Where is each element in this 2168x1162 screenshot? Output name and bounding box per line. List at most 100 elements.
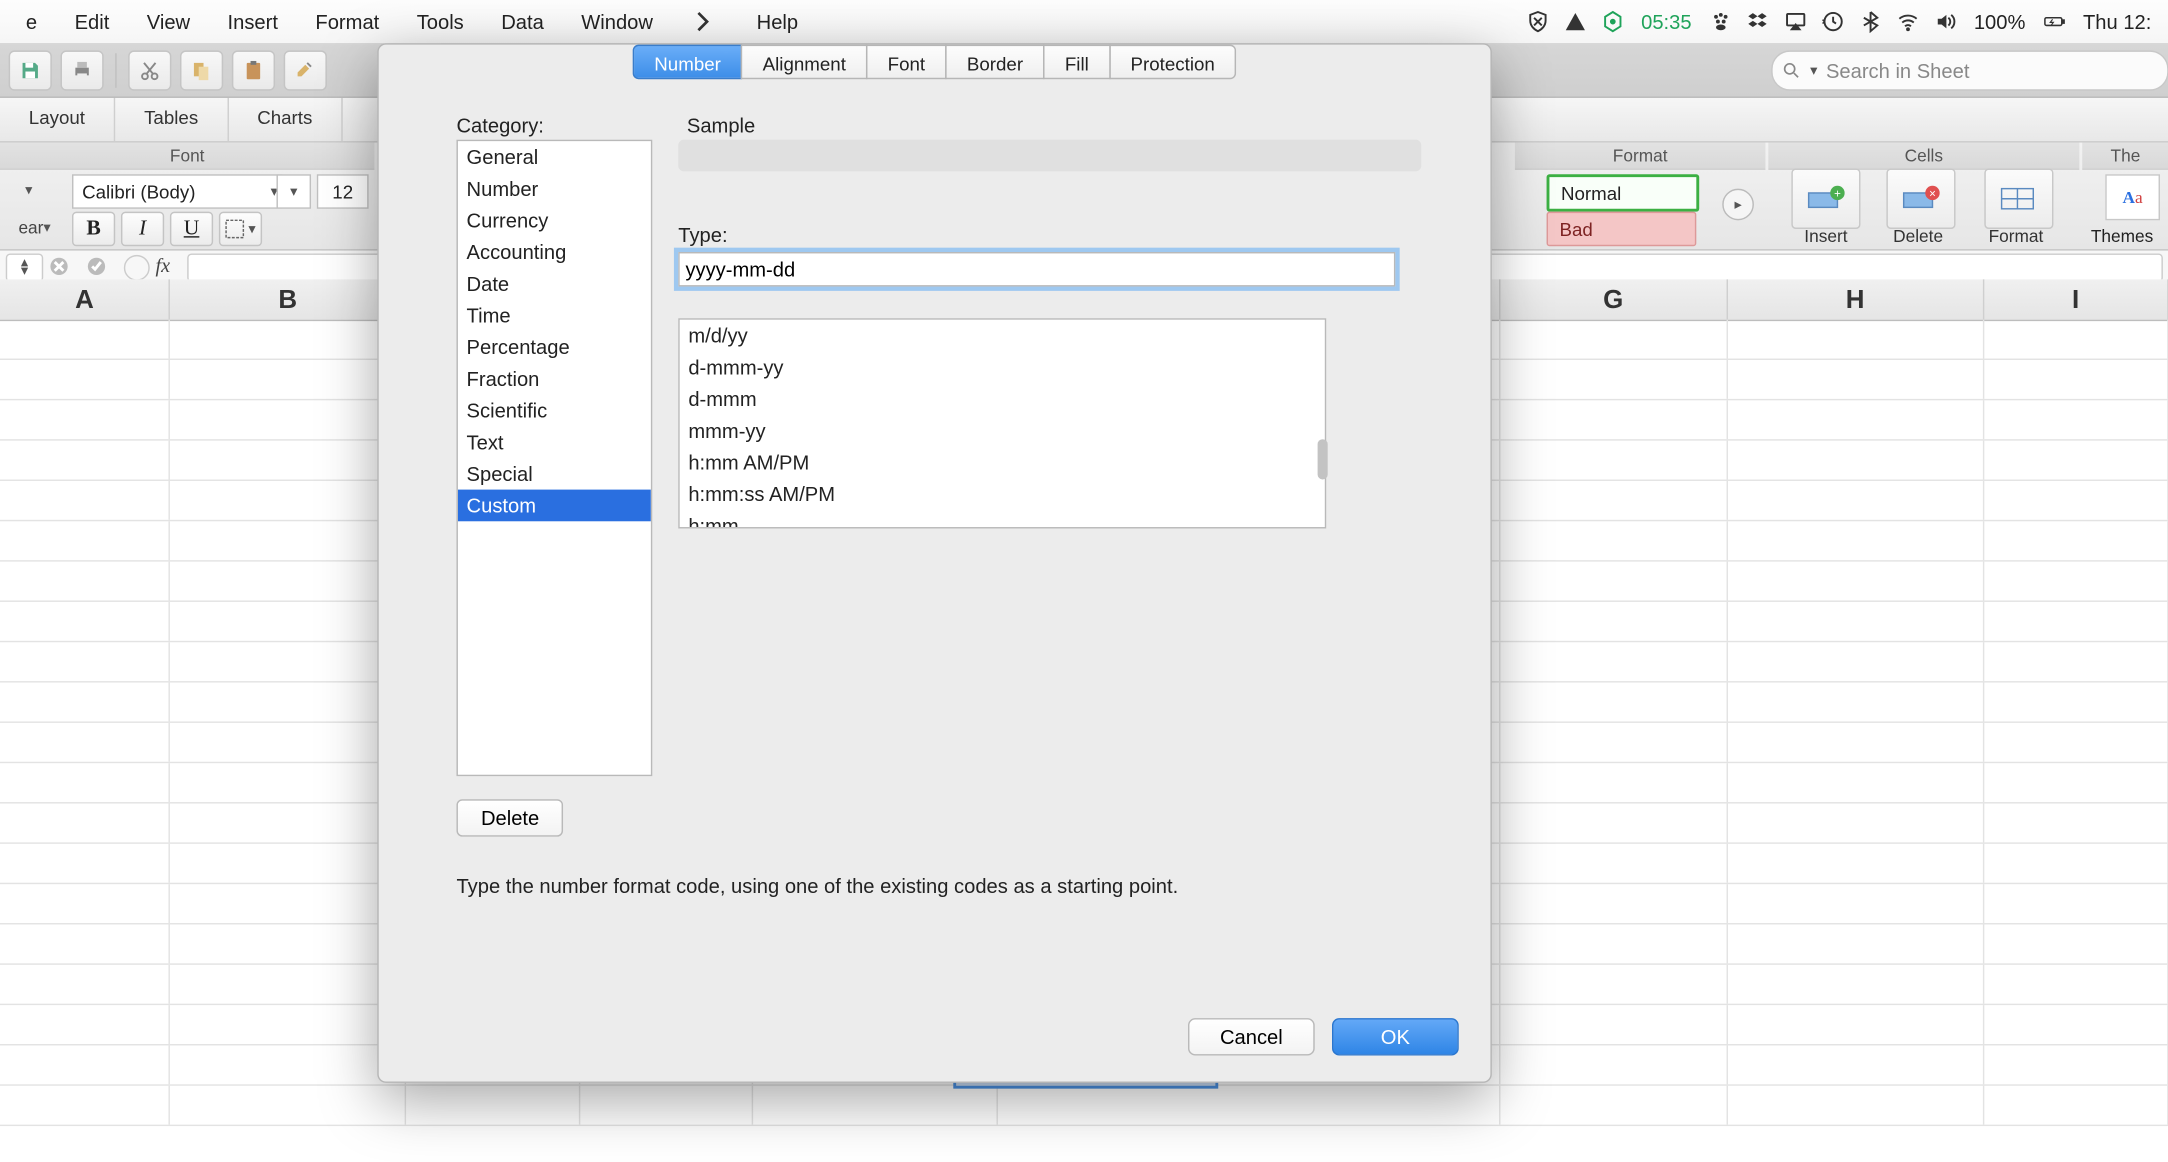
bluetooth-icon[interactable] xyxy=(1856,7,1885,36)
menu-data[interactable]: Data xyxy=(487,0,558,43)
triangle-icon[interactable] xyxy=(1560,7,1589,36)
category-item[interactable]: Accounting xyxy=(458,236,651,268)
delete-format-button[interactable]: Delete xyxy=(456,799,563,836)
font-family-label: Calibri (Body) xyxy=(82,181,195,203)
category-item-selected[interactable]: Custom xyxy=(458,490,651,522)
category-item[interactable]: Special xyxy=(458,458,651,490)
menu-tools[interactable]: Tools xyxy=(402,0,478,43)
dialog-tab-fill[interactable]: Fill xyxy=(1043,45,1110,80)
styles-expand[interactable]: ▸ xyxy=(1722,189,1754,221)
colhdr-H[interactable]: H xyxy=(1728,279,1984,319)
font-family-select[interactable]: Calibri (Body) ▾ xyxy=(72,174,282,209)
category-item[interactable]: Currency xyxy=(458,204,651,236)
menu-format[interactable]: Format xyxy=(301,0,394,43)
colhdr-A[interactable]: A xyxy=(0,279,170,319)
delete-label: Delete xyxy=(1875,226,1961,246)
tab-tables[interactable]: Tables xyxy=(115,98,228,141)
namebox-stepper[interactable]: ▴▾ xyxy=(6,253,43,282)
italic-button[interactable]: I xyxy=(121,212,164,247)
font-family-arrow[interactable]: ▾ xyxy=(276,174,311,209)
themes-button[interactable]: Aa xyxy=(2105,174,2160,220)
type-list-scrollbar-thumb[interactable] xyxy=(1318,439,1328,479)
dialog-tab-border[interactable]: Border xyxy=(945,45,1044,80)
bold-button[interactable]: B xyxy=(72,212,115,247)
category-item[interactable]: General xyxy=(458,141,651,173)
category-item[interactable]: Scientific xyxy=(458,395,651,427)
colhdr-I[interactable]: I xyxy=(1984,279,2168,319)
format-cells-button[interactable] xyxy=(1984,168,2053,228)
sample-label: Sample xyxy=(687,114,755,137)
save-icon[interactable] xyxy=(9,50,52,90)
menu-edit[interactable]: Edit xyxy=(60,0,124,43)
status-clock: Thu 12: xyxy=(2077,10,2157,33)
cancel-button[interactable]: Cancel xyxy=(1188,1018,1315,1055)
menu-help[interactable]: Help xyxy=(742,0,812,43)
type-format-item[interactable]: d-mmm-yy xyxy=(680,351,1325,383)
type-format-item[interactable]: d-mmm xyxy=(680,383,1325,415)
script-icon[interactable] xyxy=(676,7,734,36)
delete-cells-button[interactable]: × xyxy=(1886,168,1955,228)
cancel-entry-icon[interactable] xyxy=(49,256,81,280)
menu-insert[interactable]: Insert xyxy=(213,0,292,43)
border-button[interactable]: ▾ xyxy=(219,212,262,247)
type-format-list[interactable]: m/d/yy d-mmm-yy d-mmm mmm-yy h:mm AM/PM … xyxy=(678,318,1326,528)
insert-label: Insert xyxy=(1783,226,1869,246)
full-circle-icon[interactable] xyxy=(124,255,150,281)
battery-pct: 100% xyxy=(1968,10,2031,33)
type-input[interactable] xyxy=(678,252,1395,287)
airplay-icon[interactable] xyxy=(1781,7,1810,36)
confirm-entry-icon[interactable] xyxy=(86,256,118,280)
insert-cells-button[interactable]: + xyxy=(1791,168,1860,228)
category-item[interactable]: Number xyxy=(458,173,651,205)
copy-icon[interactable] xyxy=(180,50,223,90)
edit-dropdown[interactable]: ▾ xyxy=(0,174,58,206)
category-item[interactable]: Text xyxy=(458,426,651,458)
themes-label: Themes xyxy=(2091,226,2153,246)
type-format-item[interactable]: h:mm xyxy=(680,510,1325,529)
dialog-tab-number[interactable]: Number xyxy=(633,45,743,80)
paw-icon[interactable] xyxy=(1706,7,1735,36)
dialog-tab-font[interactable]: Font xyxy=(866,45,947,80)
category-item[interactable]: Time xyxy=(458,300,651,332)
style-bad[interactable]: Bad xyxy=(1547,212,1697,247)
format-painter-icon[interactable] xyxy=(284,50,327,90)
ribbon-group-cells: Cells xyxy=(1768,143,2079,170)
paste-icon[interactable] xyxy=(232,50,275,90)
type-format-item[interactable]: mmm-yy xyxy=(680,415,1325,447)
fx-label[interactable]: fx xyxy=(156,256,182,279)
style-normal[interactable]: Normal xyxy=(1547,174,1700,211)
colhdr-B[interactable]: B xyxy=(170,279,406,319)
ok-button[interactable]: OK xyxy=(1332,1018,1459,1055)
category-item[interactable]: Fraction xyxy=(458,363,651,395)
clear-dropdown[interactable]: ear ▾ xyxy=(0,212,69,244)
type-format-item[interactable]: h:mm AM/PM xyxy=(680,446,1325,478)
volume-icon[interactable] xyxy=(1931,7,1960,36)
svg-text:×: × xyxy=(1929,188,1936,200)
dialog-help-text: Type the number format code, using one o… xyxy=(456,874,1412,897)
hexagon-icon[interactable] xyxy=(1598,7,1627,36)
dialog-tab-alignment[interactable]: Alignment xyxy=(741,45,867,80)
menu-item[interactable]: e xyxy=(12,0,52,43)
type-format-item[interactable]: m/d/yy xyxy=(680,320,1325,352)
sheet-search[interactable]: ▾ Search in Sheet xyxy=(1771,50,2168,90)
battery-icon[interactable] xyxy=(2040,7,2069,36)
dropbox-icon[interactable] xyxy=(1743,7,1772,36)
tab-charts[interactable]: Charts xyxy=(228,98,342,141)
shield-icon[interactable] xyxy=(1523,7,1552,36)
wifi-icon[interactable] xyxy=(1893,7,1922,36)
menu-view[interactable]: View xyxy=(132,0,204,43)
colhdr-G[interactable]: G xyxy=(1500,279,1728,319)
category-item[interactable]: Date xyxy=(458,268,651,300)
menu-window[interactable]: Window xyxy=(567,0,668,43)
cut-icon[interactable] xyxy=(128,50,171,90)
tab-layout[interactable]: Layout xyxy=(0,98,115,141)
font-size-select[interactable]: 12 xyxy=(317,174,369,209)
type-format-item[interactable]: h:mm:ss AM/PM xyxy=(680,478,1325,510)
dialog-tab-protection[interactable]: Protection xyxy=(1109,45,1237,80)
print-icon[interactable] xyxy=(60,50,103,90)
category-item[interactable]: Percentage xyxy=(458,331,651,363)
underline-button[interactable]: U xyxy=(170,212,213,247)
timemachine-icon[interactable] xyxy=(1818,7,1847,36)
category-list[interactable]: General Number Currency Accounting Date … xyxy=(456,140,652,776)
format-cells-dialog: Number Alignment Font Border Fill Protec… xyxy=(377,43,1492,1083)
